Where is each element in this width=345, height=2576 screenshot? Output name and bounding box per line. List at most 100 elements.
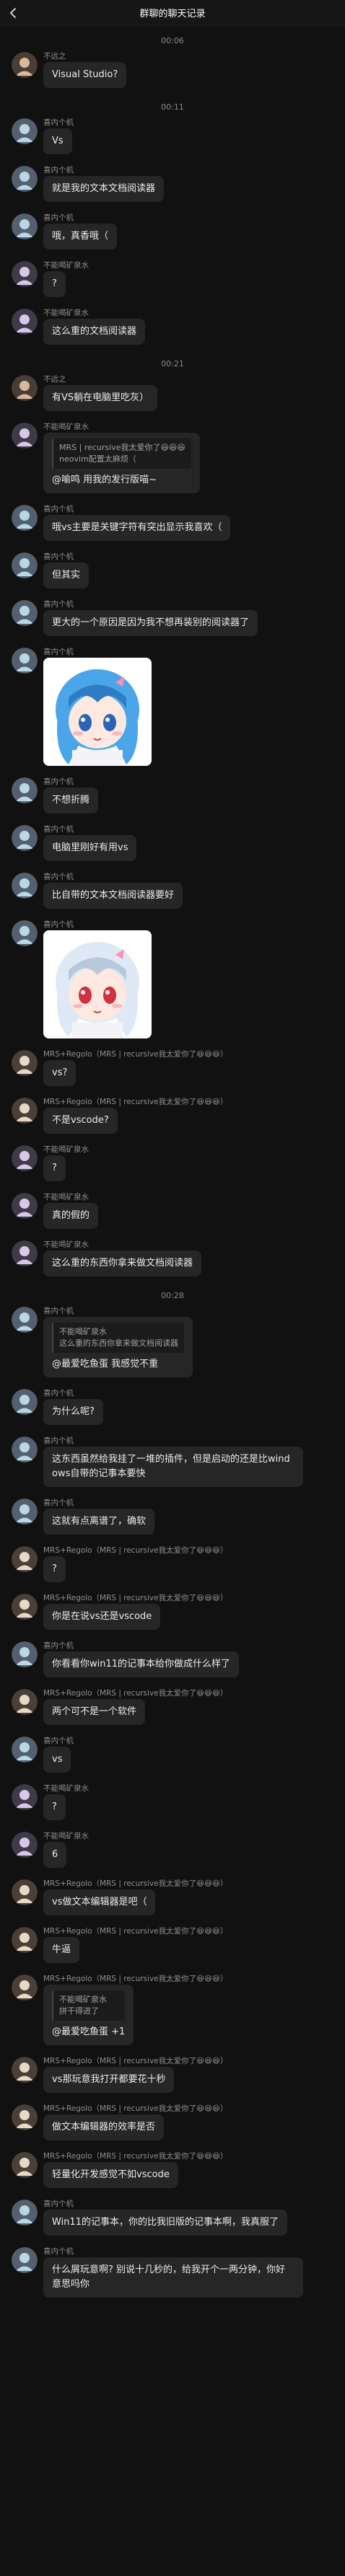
quoted-message[interactable]: 不能喝矿泉水 拼干得进了 bbox=[52, 1990, 126, 2021]
avatar[interactable] bbox=[12, 2200, 38, 2226]
quoted-message[interactable]: MRS | recursive我太爱你了😆😆😆 neovim配置太麻烦（ bbox=[52, 438, 191, 469]
message-bubble[interactable]: Win11的记事本，你的比我旧版的记事本啊，我真服了 bbox=[43, 2210, 287, 2236]
message-bubble[interactable]: 为什么呢? bbox=[43, 1399, 103, 1425]
sender-name: 喜内个机 bbox=[43, 1737, 74, 1745]
message-bubble[interactable]: 这么重的文档阅读器 bbox=[43, 319, 146, 345]
message-bubble[interactable]: 比自带的文本文档阅读器要好 bbox=[43, 883, 183, 909]
avatar[interactable] bbox=[12, 1927, 38, 1953]
avatar[interactable] bbox=[12, 1098, 38, 1124]
message-bubble[interactable]: 但其实 bbox=[43, 563, 89, 588]
avatar[interactable] bbox=[12, 213, 38, 239]
avatar[interactable] bbox=[12, 1240, 38, 1266]
avatar[interactable] bbox=[12, 1832, 38, 1858]
avatar[interactable] bbox=[12, 505, 38, 531]
avatar[interactable] bbox=[12, 1437, 38, 1463]
message-bubble[interactable]: 轻量化开发感觉不如vscode bbox=[43, 2162, 178, 2188]
message-bubble[interactable]: Vs bbox=[43, 128, 72, 154]
sender-name: 不能喝矿泉水 bbox=[43, 423, 89, 431]
message-bubble[interactable]: MRS | recursive我太爱你了😆😆😆 neovim配置太麻烦（ @喻鸣 用… bbox=[43, 433, 200, 493]
avatar[interactable] bbox=[12, 1975, 38, 2001]
message-bubble[interactable]: vs做文本编辑器是吧（ bbox=[43, 1889, 156, 1915]
message-bubble[interactable]: vs那玩意我打开都要花十秒 bbox=[43, 2067, 175, 2093]
message-bubble[interactable]: 不能喝矿泉水 拼干得进了 @最爱吃鱼蛋 +1 bbox=[43, 1985, 134, 2045]
avatar[interactable] bbox=[12, 2104, 38, 2130]
message-list[interactable]: 00:06 不远之 Visual Studio? 00:11 喜内个机 Vs 喜内个机 就是我… bbox=[0, 32, 345, 2308]
avatar[interactable] bbox=[12, 2247, 38, 2273]
avatar[interactable] bbox=[12, 52, 38, 78]
message-bubble[interactable]: vs bbox=[43, 1747, 71, 1773]
avatar[interactable] bbox=[12, 1689, 38, 1715]
message-text: 哦，真香哦（ bbox=[52, 231, 109, 242]
message-bubble[interactable]: 这东西虽然给我挂了一堆的插件，但是启动的还是比windows自带的记事本要快 bbox=[43, 1447, 303, 1487]
message-bubble[interactable]: 真的假的 bbox=[43, 1203, 99, 1229]
avatar[interactable] bbox=[12, 1737, 38, 1763]
avatar[interactable] bbox=[12, 166, 38, 192]
message-text: 6 bbox=[52, 1849, 58, 1860]
message-bubble[interactable]: 电脑里刚好有用vs bbox=[43, 835, 137, 861]
message-bubble[interactable]: 不能喝矿泉水 这么重的东西你拿来做文档阅读器 @最爱吃鱼蛋 我感觉不重 bbox=[43, 1317, 193, 1377]
sender-name: MRS+Regolo（MRS | recursive我太爱你了😆😆😆） bbox=[43, 2057, 228, 2065]
avatar[interactable] bbox=[12, 1145, 38, 1171]
avatar[interactable] bbox=[12, 1389, 38, 1415]
message-bubble[interactable]: 就是我的文本文档阅读器 bbox=[43, 176, 165, 202]
avatar[interactable] bbox=[12, 1546, 38, 1572]
avatar[interactable] bbox=[12, 1784, 38, 1810]
avatar[interactable] bbox=[12, 825, 38, 851]
avatar[interactable] bbox=[12, 1641, 38, 1667]
avatar[interactable] bbox=[12, 118, 38, 144]
message-bubble[interactable]: 牛逼 bbox=[43, 1937, 80, 1963]
avatar[interactable] bbox=[12, 920, 38, 946]
message-bubble[interactable]: 这么重的东西你拿来做文档阅读器 bbox=[43, 1250, 202, 1276]
avatar[interactable] bbox=[12, 648, 38, 674]
sender-name: 不能喝矿泉水 bbox=[43, 1145, 89, 1154]
message-bubble[interactable]: 更大的一个原因是因为我不想再装别的阅读器了 bbox=[43, 610, 258, 636]
message-bubble[interactable]: ? bbox=[43, 1794, 66, 1820]
message-bubble[interactable]: ? bbox=[43, 1556, 66, 1582]
message-bubble[interactable]: 做文本编辑器的效率是否 bbox=[43, 2114, 165, 2140]
message-bubble[interactable]: 两个可不是一个软件 bbox=[43, 1699, 146, 1725]
quoted-message[interactable]: 不能喝矿泉水 这么重的东西你拿来做文档阅读器 bbox=[52, 1323, 184, 1353]
avatar[interactable] bbox=[12, 423, 38, 449]
avatar[interactable] bbox=[12, 873, 38, 899]
message-text: 做文本编辑器的效率是否 bbox=[52, 2122, 156, 2132]
message-text: ? bbox=[52, 1563, 57, 1574]
anime-girl-sticker-icon[interactable] bbox=[43, 658, 152, 766]
avatar[interactable] bbox=[12, 261, 38, 287]
message-bubble[interactable]: 不是vscode? bbox=[43, 1108, 118, 1134]
message-bubble[interactable]: 有VS躺在电脑里吃灰） bbox=[43, 385, 158, 411]
avatar[interactable] bbox=[12, 1594, 38, 1620]
message-bubble[interactable]: 哦，真香哦（ bbox=[43, 224, 118, 250]
sender-name: 不能喝矿泉水 bbox=[43, 261, 89, 270]
sticker-message: 喜内个机 bbox=[0, 919, 345, 1038]
message-bubble[interactable]: vs? bbox=[43, 1060, 77, 1086]
avatar[interactable] bbox=[12, 1499, 38, 1525]
avatar[interactable] bbox=[12, 375, 38, 401]
message-bubble[interactable]: 你是在说vs还是vscode bbox=[43, 1604, 161, 1630]
message-bubble[interactable]: 6 bbox=[43, 1842, 67, 1868]
message-text: 你看看你win11的记事本给你做成什么样了 bbox=[52, 1659, 231, 1669]
message-text: 这就有点离谱了，确软 bbox=[52, 1516, 147, 1527]
avatar[interactable] bbox=[12, 777, 38, 803]
message-bubble[interactable]: ? bbox=[43, 271, 66, 297]
chat-message: 不能喝矿泉水? bbox=[0, 1783, 345, 1820]
anime-girl-sticker-icon[interactable] bbox=[43, 930, 152, 1038]
chevron-left-icon[interactable] bbox=[7, 6, 20, 19]
timestamp: 00:28 bbox=[161, 1291, 184, 1300]
message-bubble[interactable]: 哦vs主要是关键字符有突出显示我喜欢（ bbox=[43, 515, 231, 541]
message-bubble[interactable]: 你看看你win11的记事本给你做成什么样了 bbox=[43, 1651, 240, 1677]
avatar[interactable] bbox=[12, 309, 38, 335]
avatar[interactable] bbox=[12, 2152, 38, 2178]
message-bubble[interactable]: ? bbox=[43, 1155, 66, 1181]
message-bubble[interactable]: Visual Studio? bbox=[43, 62, 127, 88]
chat-message: 喜内个机 为什么呢? bbox=[0, 1388, 345, 1425]
avatar[interactable] bbox=[12, 552, 38, 578]
avatar[interactable] bbox=[12, 1879, 38, 1905]
avatar[interactable] bbox=[12, 1050, 38, 1076]
avatar[interactable] bbox=[12, 600, 38, 626]
avatar[interactable] bbox=[12, 1193, 38, 1219]
message-bubble[interactable]: 不想折腾 bbox=[43, 788, 99, 813]
avatar[interactable] bbox=[12, 2057, 38, 2083]
message-bubble[interactable]: 什么屑玩意啊? 别说十几秒的，给我开个一两分钟，你好意思吗你 bbox=[43, 2257, 303, 2298]
message-bubble[interactable]: 这就有点离谱了，确软 bbox=[43, 1509, 155, 1535]
avatar[interactable] bbox=[12, 1307, 38, 1333]
